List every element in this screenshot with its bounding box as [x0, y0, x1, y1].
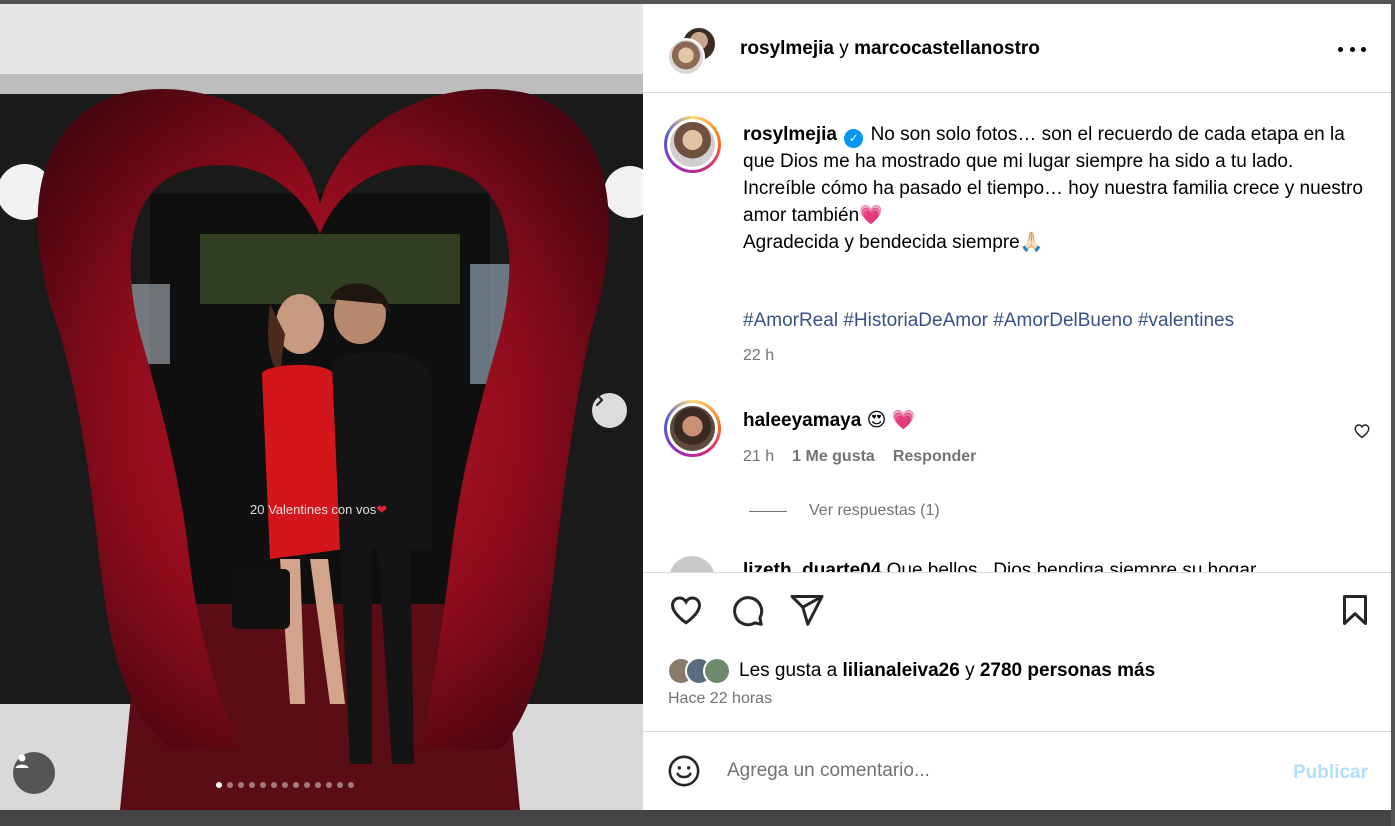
author-username[interactable]: rosylmejia [740, 38, 834, 59]
like-heart-icon[interactable] [668, 592, 704, 628]
liker-avatar[interactable] [703, 657, 731, 685]
coauthors-avatar[interactable] [667, 26, 717, 76]
comment: lizeth_duarte04 Que bellos , Dios bendig… [743, 560, 1256, 572]
avatar [667, 38, 705, 76]
carousel-dot [238, 782, 244, 788]
comment-likes[interactable]: 1 Me gusta [792, 448, 875, 466]
avatar [670, 122, 715, 167]
more-icon [1338, 46, 1343, 52]
carousel-dot [282, 782, 288, 788]
post-timestamp[interactable]: Hace 22 horas [668, 690, 772, 708]
more-options-button[interactable] [1338, 40, 1366, 58]
view-replies-button[interactable]: Ver respuestas (1) [749, 502, 940, 520]
hashtag-link[interactable]: #valentines [1138, 310, 1234, 331]
backdrop[interactable] [1391, 0, 1395, 826]
comment-text: Que bellos , Dios bendiga siempre su hog… [886, 560, 1257, 572]
carousel-dot [271, 782, 277, 788]
reply-button[interactable]: Responder [893, 448, 977, 466]
likes-text: Les gusta a lilianaleiva26 y 2780 person… [739, 660, 1155, 682]
comments-scroll-area[interactable]: rosylmejia ✓ No son solo fotos… son el r… [643, 94, 1391, 572]
hashtag-link[interactable]: #AmorReal [743, 310, 838, 331]
caption-text-2: Increíble cómo ha pasado el tiempo… hoy … [743, 178, 1363, 226]
chevron-right-icon [595, 393, 604, 407]
post-header: rosylmejia y marcocastellanostro [643, 4, 1391, 93]
carousel-dot [249, 782, 255, 788]
publish-button[interactable]: Publicar [1293, 762, 1368, 784]
likes-count-button[interactable]: 2780 personas más [980, 660, 1155, 681]
next-photo-button[interactable] [592, 393, 627, 428]
share-icon[interactable] [789, 592, 825, 628]
carousel-dot [315, 782, 321, 788]
comment-username[interactable]: lizeth_duarte04 [743, 560, 881, 572]
divider [643, 572, 1391, 573]
avatar [670, 406, 715, 451]
carousel-indicator [216, 782, 354, 788]
comment-meta: 21 h 1 Me gusta Responder [743, 448, 976, 466]
backdrop[interactable] [0, 810, 1395, 826]
heart-emoji: 💗 [859, 205, 883, 226]
verified-badge-icon: ✓ [844, 129, 864, 148]
hashtag-link[interactable]: #HistoriaDeAmor [843, 310, 988, 331]
comment-text: 😍 💗 [866, 410, 916, 431]
tagged-users-button[interactable] [13, 752, 55, 794]
likes-summary: Les gusta a lilianaleiva26 y 2780 person… [667, 655, 1155, 687]
liker-username[interactable]: lilianaleiva26 [843, 660, 960, 681]
add-comment-bar: Publicar [643, 731, 1391, 810]
likes-prefix: Les gusta a [739, 660, 838, 681]
more-icon [1349, 46, 1355, 52]
post-side-panel: rosylmejia y marcocastellanostro rosylme… [643, 4, 1391, 810]
commenter-avatar[interactable] [664, 400, 721, 457]
post-authors: rosylmejia y marcocastellanostro [740, 38, 1040, 60]
view-replies-label: Ver respuestas (1) [809, 502, 940, 519]
comment-icon[interactable] [729, 592, 765, 628]
coauthor-username[interactable]: marcocastellanostro [854, 38, 1040, 59]
caption-timestamp[interactable]: 22 h [743, 347, 774, 365]
likes-connector: y [965, 660, 975, 681]
comment: haleeyamaya 😍 💗 [743, 408, 915, 432]
carousel-dot [216, 782, 222, 788]
carousel-dot [227, 782, 233, 788]
caption-author-avatar[interactable] [664, 116, 721, 173]
emoji-icon[interactable] [667, 754, 701, 788]
caption-username[interactable]: rosylmejia [743, 124, 837, 145]
divider [749, 510, 787, 512]
more-icon [1361, 46, 1366, 52]
instagram-post-modal: 20 Valentines con vos❤ rosylmejia y marc… [0, 0, 1395, 826]
caption-hashtags: #AmorReal #HistoriaDeAmor #AmorDelBueno … [743, 310, 1234, 332]
carousel-dot [304, 782, 310, 788]
carousel-dot [337, 782, 343, 788]
photo-illustration [0, 4, 643, 810]
carousel-dot [260, 782, 266, 788]
post-actions [643, 584, 1391, 638]
comment-username[interactable]: haleeyamaya [743, 410, 861, 431]
hashtag-link[interactable]: #AmorDelBueno [993, 310, 1132, 331]
caption-text-3: Agradecida y bendecida siempre [743, 232, 1020, 253]
authors-connector: y [839, 38, 849, 59]
post-caption: rosylmejia ✓ No son solo fotos… son el r… [743, 121, 1363, 256]
photo-overlay-text: 20 Valentines con vos❤ [250, 502, 388, 517]
commenter-avatar[interactable] [669, 556, 715, 572]
carousel-dot [293, 782, 299, 788]
comment-timestamp[interactable]: 21 h [743, 448, 774, 466]
user-icon [15, 754, 29, 768]
comment-input[interactable] [727, 756, 1267, 786]
post-photo[interactable]: 20 Valentines con vos❤ [0, 4, 643, 810]
comment-like-heart-icon[interactable] [1353, 422, 1371, 440]
carousel-dot [348, 782, 354, 788]
save-bookmark-icon[interactable] [1337, 592, 1373, 628]
carousel-dot [326, 782, 332, 788]
pray-emoji: 🙏🏻 [1019, 232, 1044, 253]
